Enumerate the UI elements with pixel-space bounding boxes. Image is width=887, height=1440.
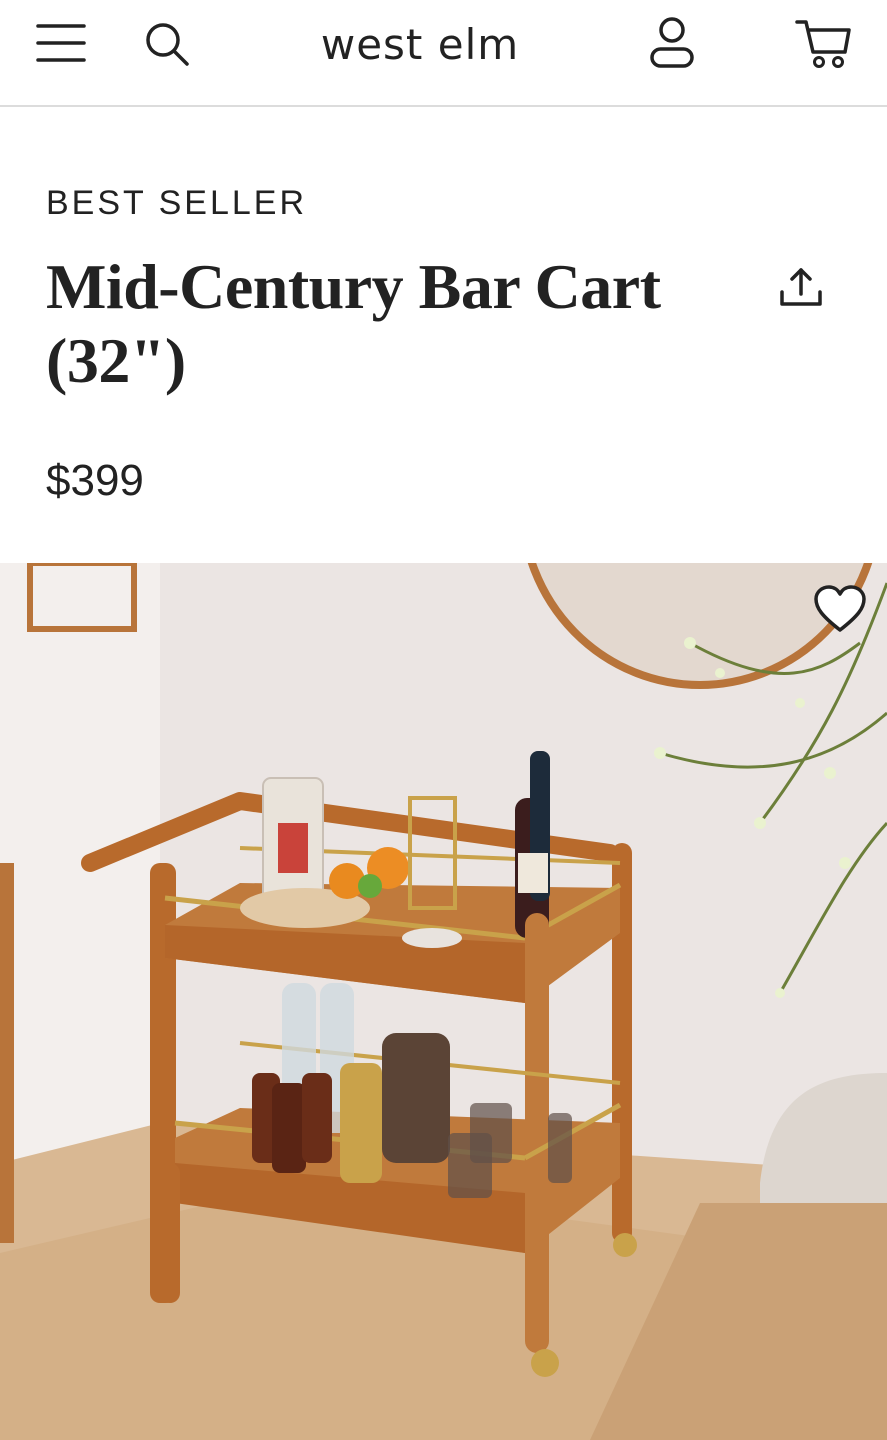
product-image[interactable]	[0, 563, 887, 1440]
best-seller-badge: BEST SELLER	[46, 184, 308, 222]
account-button[interactable]	[640, 10, 704, 74]
site-header: west elm	[0, 0, 887, 107]
heart-icon	[814, 585, 866, 632]
search-button[interactable]	[136, 14, 198, 74]
site-logo[interactable]: west elm	[300, 18, 540, 72]
shopping-cart-icon	[795, 20, 851, 68]
favorite-button[interactable]	[808, 580, 872, 638]
share-button[interactable]	[770, 260, 832, 316]
cart-button[interactable]	[790, 10, 856, 74]
search-icon	[146, 23, 189, 66]
user-account-icon	[650, 17, 694, 68]
product-price: $399	[46, 456, 144, 505]
menu-button[interactable]	[30, 14, 90, 70]
share-icon	[780, 268, 822, 306]
hamburger-menu-icon	[36, 24, 86, 62]
product-title: Mid-Century Bar Cart (32")	[46, 251, 661, 396]
bar-cart-photo	[0, 563, 887, 1440]
